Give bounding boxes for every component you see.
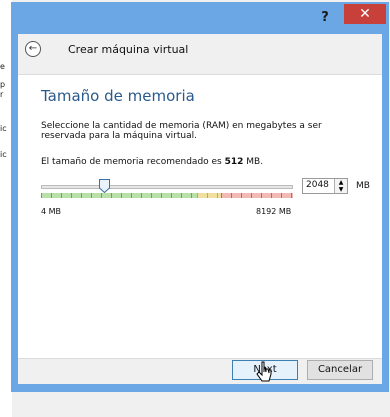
back-button[interactable]: ← [25,41,41,57]
page-description: Seleccione la cantidad de memoria (RAM) … [41,121,322,141]
arrow-left-icon: ← [28,43,38,54]
page-title: Tamaño de memoria [41,87,195,105]
slider-danger-range [221,193,293,198]
slider-min-label: 4 MB [41,207,62,216]
dialog-content: ← Crear máquina virtual Tamaño de memori… [18,34,382,384]
memory-slider-thumb[interactable] [98,179,110,193]
memory-slider-track[interactable] [41,185,293,189]
memory-size-page: Tamaño de memoria Seleccione la cantidad… [18,74,382,359]
background-text-fragment: ic [0,124,7,133]
spin-down-icon[interactable]: ▼ [335,186,347,193]
wizard-title: Crear máquina virtual [68,43,189,56]
memory-unit-label: MB [356,181,370,191]
background-text-fragment: r [0,90,4,99]
recommended-memory-value: 512 [224,157,244,167]
recommended-memory-text: El tamaño de memoria recomendado es 512 … [41,157,263,167]
spin-buttons[interactable]: ▲ ▼ [334,179,347,193]
slider-safe-range [41,193,197,198]
dialog-titlebar[interactable]: ? ✕ [11,2,389,34]
memory-value[interactable]: 2048 [306,180,329,190]
background-text-fragment: ic [0,150,7,159]
cancel-button[interactable]: Cancelar [307,360,373,380]
background-text-fragment: e [0,62,5,71]
recommend-suffix: MB. [243,157,264,167]
recommend-prefix: El tamaño de memoria recomendado es [41,157,225,167]
memory-spinbox[interactable]: 2048 ▲ ▼ [302,178,348,194]
close-button[interactable]: ✕ [344,4,386,24]
wizard-header: ← Crear máquina virtual [18,34,382,64]
slider-caution-range [197,193,221,198]
mouse-pointer-icon [256,361,272,382]
slider-max-label: 8192 MB [256,207,292,216]
spin-up-icon[interactable]: ▲ [335,179,347,186]
create-vm-dialog: ? ✕ ← Crear máquina virtual Tamaño de me… [11,2,389,392]
background-text-fragment: p [0,80,6,89]
help-button[interactable]: ? [316,10,334,26]
